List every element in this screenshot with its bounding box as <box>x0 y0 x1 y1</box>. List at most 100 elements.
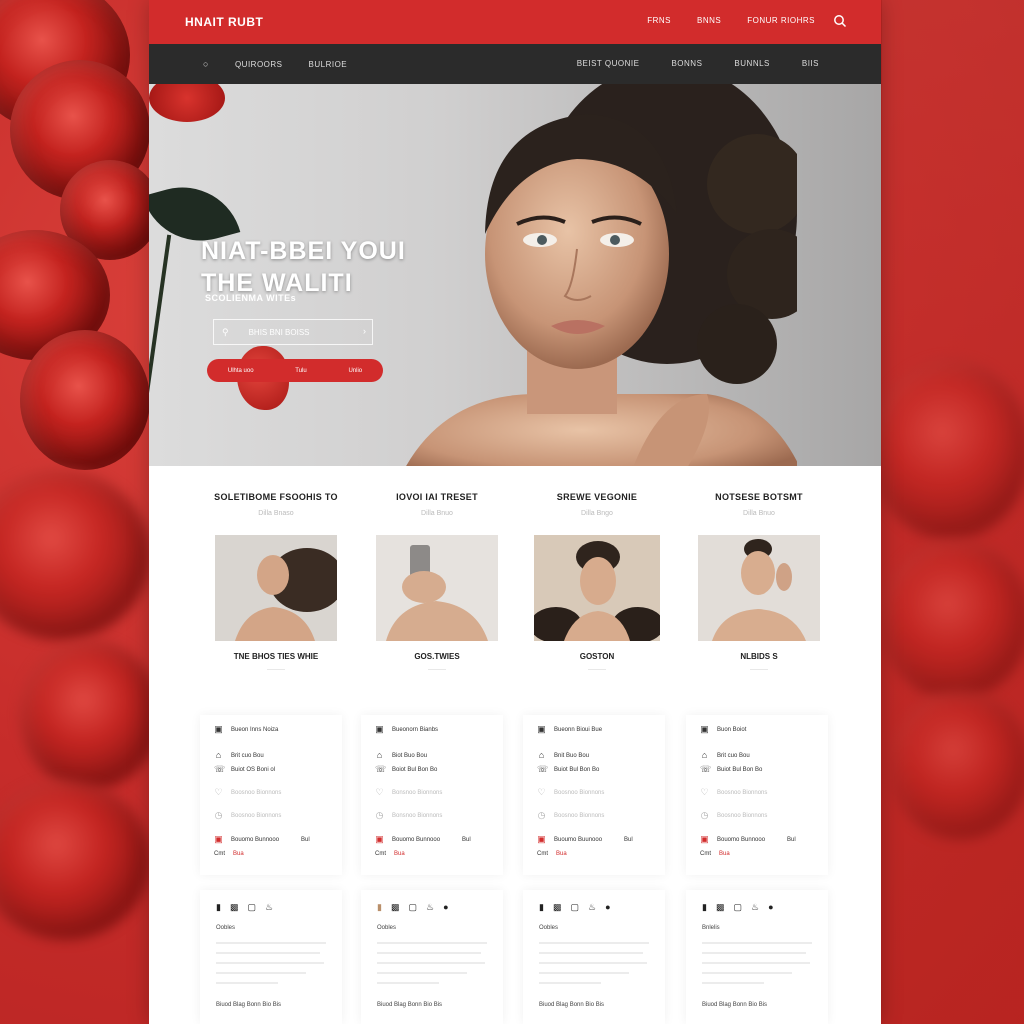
category-caption: NLBIDS S <box>740 652 778 661</box>
web-page: HNAIT RUBT FRNS BNNS FONUR RIOHRS ○ QUIR… <box>149 0 881 1024</box>
info-card-row: Boiot Bul Bon Bo <box>392 766 438 773</box>
info-card-code: Cmt <box>214 851 225 857</box>
top-links: FRNS BNNS FONUR RIOHRS <box>647 16 815 25</box>
hero-search-input[interactable] <box>246 326 361 338</box>
category-title: IOVOI IAI TRESET <box>396 492 478 502</box>
nav-link[interactable]: QUIROORS <box>235 60 283 69</box>
text-line <box>216 972 306 974</box>
hero-search-box[interactable]: ⚲ › <box>213 319 373 345</box>
info-card-heading: Buon Boiot <box>717 726 747 733</box>
info-card-code: Cmt <box>375 851 386 857</box>
text-line <box>539 952 643 954</box>
stem-decoration <box>149 234 172 424</box>
category-subtitle: Dilla Bnuo <box>421 510 453 517</box>
info-card-code: Cmt <box>537 851 548 857</box>
hero-title-line: NIAT-BBEI YOUI <box>201 237 406 265</box>
hero-banner: NIAT-BBEI YOUI THE WALITI SCOLIENMA WITE… <box>149 84 881 466</box>
category-image <box>534 535 660 641</box>
info-card-link[interactable]: Bua <box>556 851 567 857</box>
info-card-row-extra: Bul <box>301 836 310 843</box>
text-line <box>702 982 764 984</box>
category-card[interactable]: NOTSESE BOTSMT Dilla Bnuo NLBIDS S ——— <box>689 492 829 673</box>
heart-icon: ♡ <box>700 787 709 797</box>
rose-decoration <box>20 330 150 470</box>
info-card-row: Bnit Buo Bou <box>554 752 590 759</box>
cup-icon: ▢ <box>247 902 256 912</box>
info-card-row: Bouomo Bunnooo <box>392 836 441 843</box>
category-subtitle: Dilla Bnaso <box>258 510 294 517</box>
search-icon[interactable] <box>833 14 847 28</box>
heart-icon: ♡ <box>375 787 384 797</box>
nav-link[interactable]: BUNNLS <box>734 59 769 68</box>
info-card-row: Boosnoo Bionnons <box>717 812 768 819</box>
cta-label: Ulhta uoo <box>227 367 254 374</box>
info-card-heading: Bueon Inns Noiza <box>231 726 279 733</box>
top-link[interactable]: BNNS <box>697 16 721 25</box>
text-card[interactable]: ▮ ▩ ▢ ♨ ● Oobles Biuod Blag Bonn Bio Bis <box>361 890 503 1024</box>
category-card[interactable]: IOVOI IAI TRESET Dilla Bnuo GOS.TWIES ——… <box>367 492 507 673</box>
text-card-footer[interactable]: Biuod Blag Bonn Bio Bis <box>539 1002 604 1008</box>
category-image <box>215 535 337 641</box>
text-card-label: Bnlelis <box>702 925 720 931</box>
category-caption-sub: ——— <box>750 667 768 673</box>
top-link[interactable]: FONUR RIOHRS <box>747 16 815 25</box>
jar-icon: ▩ <box>390 902 400 912</box>
info-card[interactable]: ▣ Bueonn Bioui Bue ⌂ Bnit Buo Bou ☏ Buiot B… <box>523 715 665 875</box>
text-card-footer[interactable]: Biuod Blag Bonn Bio Bis <box>216 1002 281 1008</box>
info-card[interactable]: ▣ Buon Boiot ⌂ Brit cuo Bou ☏ Buiot Bul Bon… <box>686 715 828 875</box>
cup-icon: ▢ <box>733 902 742 912</box>
info-card-link[interactable]: Bua <box>394 851 405 857</box>
product-icons: ▮ ▩ ▢ ♨ ● <box>539 902 611 913</box>
top-link[interactable]: FRNS <box>647 16 671 25</box>
product-icons: ▮ ▩ ▢ ♨ ● <box>702 902 774 913</box>
cta-button[interactable]: Ulhta uoo Tulu Unlio <box>207 359 383 382</box>
compact-icon: ● <box>768 902 774 912</box>
nav-link[interactable]: BULRIOE <box>309 60 348 69</box>
info-card-link[interactable]: Bua <box>719 851 730 857</box>
nav-link[interactable]: BEIST QUONIE <box>577 59 640 68</box>
brand-logo[interactable]: HNAIT RUBT <box>185 15 263 29</box>
nav-link[interactable]: BONNS <box>671 59 702 68</box>
text-line <box>702 962 810 964</box>
text-line <box>377 952 481 954</box>
nav-link[interactable]: BIIS <box>802 59 819 68</box>
rose-decoration <box>20 640 160 790</box>
text-card-footer[interactable]: Biuod Blag Bonn Bio Bis <box>702 1002 767 1008</box>
hero-title: NIAT-BBEI YOUI THE WALITI <box>201 235 406 299</box>
info-card[interactable]: ▣ Bueon Inns Noiza ⌂ Brit cuo Bou ☏ Buiot O… <box>200 715 342 875</box>
phone-icon: ☏ <box>700 764 712 774</box>
text-card-footer[interactable]: Biuod Blag Bonn Bio Bis <box>377 1002 442 1008</box>
bottle-icon: ▮ <box>702 902 707 912</box>
text-line <box>216 942 326 944</box>
heart-icon: ♡ <box>214 787 223 797</box>
jar-icon: ▩ <box>229 902 239 912</box>
location-icon: ⌂ <box>215 750 222 760</box>
category-title: NOTSESE BOTSMT <box>715 492 803 502</box>
info-card[interactable]: ▣ Bueonorn Bianbs ⌂ Biot Buo Bou ☏ Boiot Bu… <box>361 715 503 875</box>
text-card[interactable]: ▮ ▩ ▢ ♨ Oobles Biuod Blag Bonn Bio Bis <box>200 890 342 1024</box>
chevron-right-icon[interactable]: › <box>363 326 366 336</box>
text-card[interactable]: ▮ ▩ ▢ ♨ ● Oobles Biuod Blag Bonn Bio Bis <box>523 890 665 1024</box>
category-image <box>376 535 498 641</box>
rose-decoration <box>149 84 225 122</box>
info-card-row: Boosnoo Bionnons <box>554 812 605 819</box>
info-card-row: Bouomo Bunnooo <box>231 836 280 843</box>
info-card-heading: Bueonn Bioui Bue <box>554 726 603 733</box>
info-card-heading: Bueonorn Bianbs <box>392 726 439 733</box>
nav-search-icon[interactable]: ○ <box>203 59 209 69</box>
calendar-icon: ▣ <box>700 834 709 844</box>
text-line <box>539 962 647 964</box>
text-line <box>539 942 649 944</box>
search-icon: ⚲ <box>222 326 229 337</box>
cta-label: Unlio <box>348 367 363 374</box>
location-icon: ⌂ <box>376 750 383 760</box>
category-card[interactable]: SREWE VEGONIE Dilla Bngo GOSTON ——— <box>527 492 667 673</box>
product-icons: ▮ ▩ ▢ ♨ ● <box>377 902 449 913</box>
text-card[interactable]: ▮ ▩ ▢ ♨ ● Bnlelis Biuod Blag Bonn Bio Bi… <box>686 890 828 1024</box>
text-card-label: Oobles <box>539 925 559 931</box>
text-line <box>702 942 812 944</box>
category-card[interactable]: SOLETIBOME FSOOHIS TO Dilla Bnaso TNE BH… <box>206 492 346 673</box>
info-card-link[interactable]: Bua <box>233 851 244 857</box>
bottle-icon: ▮ <box>539 902 544 912</box>
clock-icon: ◷ <box>700 810 709 820</box>
